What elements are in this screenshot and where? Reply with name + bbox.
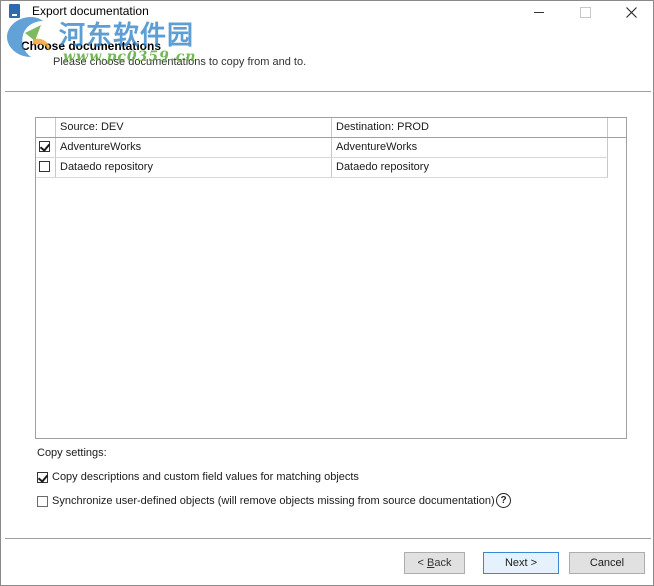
table-row[interactable]: Dataedo repository Dataedo repository xyxy=(36,158,608,178)
export-documentation-window: Export documentation Choose documentatio… xyxy=(0,0,654,586)
back-button-prefix: < xyxy=(417,557,427,569)
header-extra-cell xyxy=(608,118,626,137)
synchronize-objects-option[interactable]: Synchronize user-defined objects (will r… xyxy=(37,493,495,509)
minimize-button[interactable] xyxy=(516,1,562,23)
column-header-source[interactable]: Source: DEV xyxy=(56,118,332,137)
title-bar: Export documentation xyxy=(1,1,653,23)
footer-divider xyxy=(5,538,651,539)
back-button-mnemonic: B xyxy=(427,557,435,569)
help-icon[interactable]: ? xyxy=(496,493,511,508)
close-button[interactable] xyxy=(608,1,654,23)
row-checkbox[interactable] xyxy=(39,161,50,172)
header-check-cell xyxy=(36,118,56,137)
destination-cell[interactable]: AdventureWorks xyxy=(332,138,608,157)
row-check-cell[interactable] xyxy=(36,138,56,157)
source-cell[interactable]: AdventureWorks xyxy=(56,138,332,157)
back-button-rest: ack xyxy=(434,557,452,569)
close-icon xyxy=(625,6,637,18)
page-title: Choose documentations xyxy=(21,39,162,53)
window-title: Export documentation xyxy=(32,4,149,18)
copy-descriptions-checkbox[interactable] xyxy=(37,471,48,483)
row-check-cell[interactable] xyxy=(36,158,56,177)
row-checkbox[interactable] xyxy=(39,141,50,152)
copy-descriptions-option[interactable]: Copy descriptions and custom field value… xyxy=(37,469,359,485)
column-header-destination[interactable]: Destination: PROD xyxy=(332,118,608,137)
table-row[interactable]: AdventureWorks AdventureWorks xyxy=(36,138,608,158)
synchronize-objects-checkbox[interactable] xyxy=(37,495,48,507)
cancel-button[interactable]: Cancel xyxy=(569,552,645,574)
documentation-grid[interactable]: Source: DEV Destination: PROD AdventureW… xyxy=(35,117,627,439)
maximize-icon xyxy=(579,6,591,18)
header-divider xyxy=(5,91,651,92)
next-button[interactable]: Next > xyxy=(483,552,559,574)
copy-descriptions-label[interactable]: Copy descriptions and custom field value… xyxy=(52,471,359,483)
synchronize-objects-label[interactable]: Synchronize user-defined objects (will r… xyxy=(52,495,495,507)
grid-header-row: Source: DEV Destination: PROD xyxy=(36,118,626,138)
destination-cell[interactable]: Dataedo repository xyxy=(332,158,608,177)
page-subtitle: Please choose documentations to copy fro… xyxy=(53,56,307,68)
maximize-button[interactable] xyxy=(562,1,608,23)
dataedo-app-icon xyxy=(9,4,20,18)
minimize-icon xyxy=(534,11,544,13)
back-button[interactable]: < Back xyxy=(404,552,465,574)
source-cell[interactable]: Dataedo repository xyxy=(56,158,332,177)
copy-settings-label: Copy settings: xyxy=(37,447,107,459)
